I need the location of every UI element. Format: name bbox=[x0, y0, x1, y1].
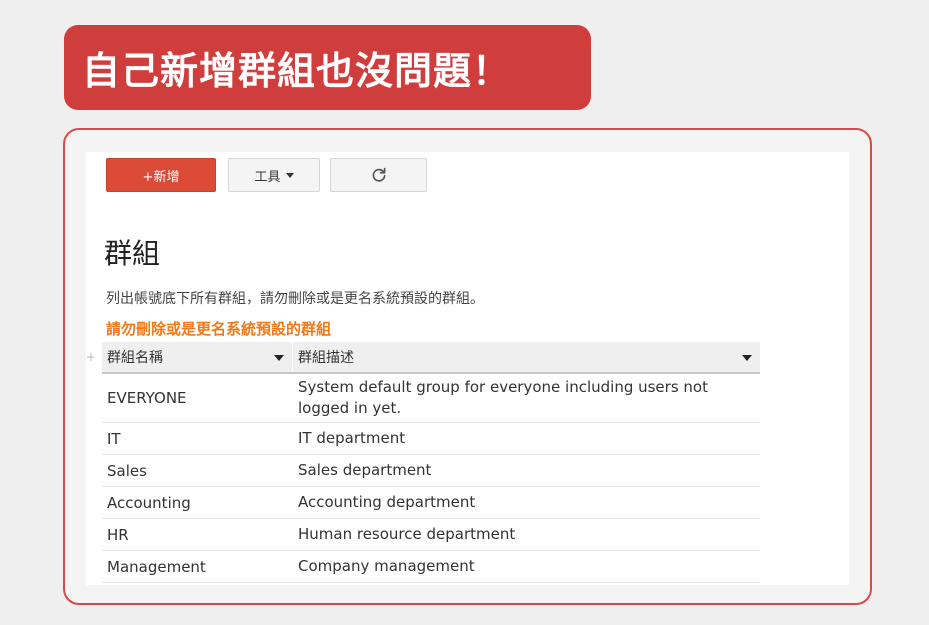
table-header: 群組名稱 群組描述 bbox=[102, 342, 760, 374]
table-row[interactable]: Sales Sales department bbox=[102, 455, 760, 487]
page-title: 群組 bbox=[104, 237, 161, 270]
group-description-cell: Human resource department bbox=[298, 525, 516, 543]
table-row[interactable]: Accounting Accounting department bbox=[102, 487, 760, 519]
table-row[interactable]: IT IT department bbox=[102, 423, 760, 455]
table-row[interactable]: EVERYONE System default group for everyo… bbox=[102, 374, 760, 423]
refresh-icon bbox=[372, 167, 385, 182]
page-description: 列出帳號底下所有群組，請勿刪除或是更名系統預設的群組。 bbox=[106, 291, 484, 307]
tools-label: 工具 bbox=[254, 169, 281, 185]
caret-down-icon bbox=[285, 172, 294, 178]
group-description-cell: System default group for everyone includ… bbox=[298, 378, 708, 417]
sort-down-icon[interactable] bbox=[742, 355, 752, 361]
group-name-cell: Management bbox=[107, 557, 206, 576]
group-name-cell: Accounting bbox=[107, 493, 191, 512]
refresh-button[interactable] bbox=[330, 158, 427, 192]
sort-down-icon[interactable] bbox=[274, 355, 284, 361]
group-description-cell: Company management bbox=[298, 557, 475, 575]
tools-dropdown-button[interactable]: 工具 bbox=[228, 158, 320, 192]
add-group-button[interactable]: +新增 bbox=[106, 158, 216, 192]
groups-table: 群組名稱 群組描述 EVERYONE System default group … bbox=[102, 342, 760, 583]
table-row[interactable]: Management Company management bbox=[102, 551, 760, 583]
group-name-cell: IT bbox=[107, 429, 121, 448]
group-name-cell: EVERYONE bbox=[107, 389, 187, 407]
group-name-cell: Sales bbox=[107, 461, 147, 480]
column-header-name[interactable]: 群組名稱 bbox=[102, 342, 293, 372]
expand-icon[interactable]: + bbox=[86, 350, 96, 364]
groups-panel: +新增 工具 群組 列出帳號底下所有群組，請勿刪除或是更名系統預設的群組。 請勿… bbox=[86, 152, 849, 585]
group-description-cell: Sales department bbox=[298, 461, 432, 479]
group-name-cell: HR bbox=[107, 525, 129, 544]
group-description-cell: Accounting department bbox=[298, 493, 476, 511]
table-row[interactable]: HR Human resource department bbox=[102, 519, 760, 551]
column-header-description[interactable]: 群組描述 bbox=[293, 342, 760, 372]
banner-title: 自己新增群組也沒問題！ bbox=[64, 25, 591, 110]
warning-text: 請勿刪除或是更名系統預設的群組 bbox=[106, 320, 332, 338]
group-description-cell: IT department bbox=[298, 429, 406, 447]
